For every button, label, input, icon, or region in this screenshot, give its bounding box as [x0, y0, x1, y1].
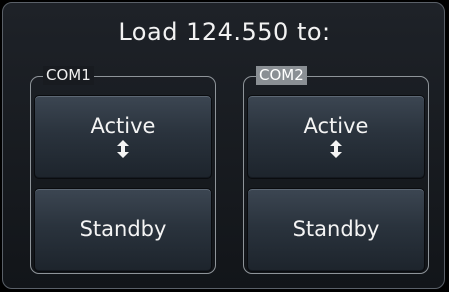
com1-group-label: COM1 — [43, 66, 94, 85]
com1-standby-label: Standby — [79, 217, 167, 241]
com1-standby-button[interactable]: Standby — [34, 188, 212, 272]
dialog-title: Load 124.550 to: — [118, 18, 331, 46]
swap-arrow-icon — [330, 140, 342, 158]
com2-active-label: Active — [303, 114, 369, 138]
com2-active-button[interactable]: Active — [247, 95, 425, 179]
com2-group-label: COM2 — [256, 66, 307, 85]
com2-standby-button[interactable]: Standby — [247, 188, 425, 272]
com1-active-button[interactable]: Active — [34, 95, 212, 179]
com1-active-label: Active — [90, 114, 156, 138]
com2-standby-label: Standby — [292, 217, 380, 241]
swap-arrow-icon — [117, 140, 129, 158]
